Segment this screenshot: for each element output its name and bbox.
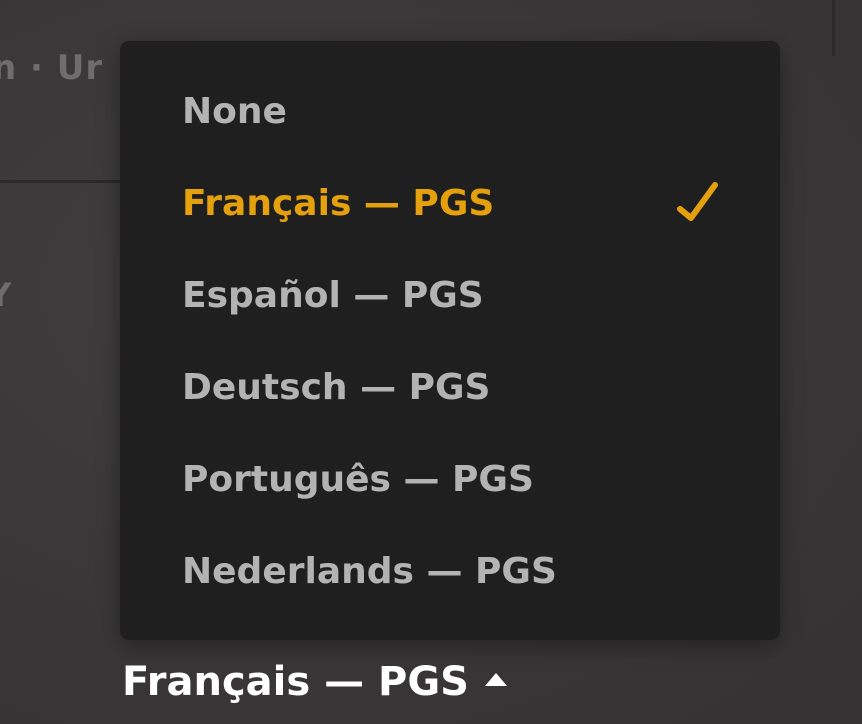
menu-item-label: Français — PGS (182, 182, 495, 224)
background-breadcrumb: n · Ur (0, 48, 104, 88)
menu-item-label: None (182, 90, 287, 132)
menu-item-espanol-pgs[interactable]: Español — PGS (182, 265, 742, 325)
menu-item-label: Português — PGS (182, 458, 534, 500)
menu-item-francais-pgs[interactable]: Français — PGS (182, 173, 742, 233)
background-label-fragment: Y (0, 276, 11, 314)
subtitle-selector-button[interactable]: Français — PGS (122, 652, 507, 712)
checkmark-icon (677, 182, 718, 221)
background-divider-vertical (832, 0, 835, 56)
background-divider (0, 180, 140, 183)
menu-item-none[interactable]: None (182, 81, 742, 141)
menu-item-deutsch-pgs[interactable]: Deutsch — PGS (182, 357, 742, 417)
caret-up-icon (485, 672, 507, 686)
menu-item-nederlands-pgs[interactable]: Nederlands — PGS (182, 541, 742, 601)
menu-item-label: Deutsch — PGS (182, 366, 491, 408)
menu-item-portugues-pgs[interactable]: Português — PGS (182, 449, 742, 509)
subtitle-dropdown-menu: None Français — PGS Español — PGS Deutsc… (120, 41, 780, 640)
menu-item-label: Nederlands — PGS (182, 550, 557, 592)
menu-item-label: Español — PGS (182, 274, 484, 316)
current-subtitle-label: Français — PGS (122, 659, 469, 705)
